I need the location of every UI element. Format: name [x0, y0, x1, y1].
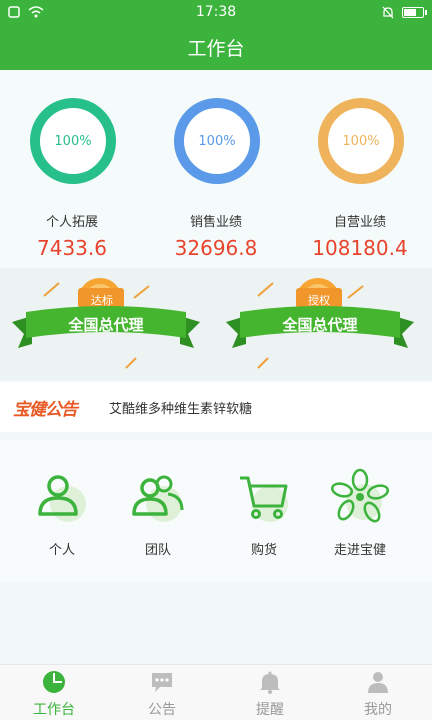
- status-right: [334, 6, 427, 19]
- stat-label: 个人拓展: [45, 215, 98, 230]
- ribbon-badge-icon: 授权 全国总代理: [226, 278, 414, 369]
- shopping-cart-icon: [240, 476, 288, 522]
- tab-label: 公告: [148, 702, 176, 718]
- tab-workbench[interactable]: 工作台: [0, 665, 108, 720]
- menu-item-team[interactable]: 团队: [104, 440, 212, 582]
- menu-label: 走进宝健: [333, 543, 386, 558]
- stat-sales-performance[interactable]: 100% 销售业绩 32696.8: [144, 70, 288, 268]
- menu-label: 团队: [144, 543, 171, 558]
- battery-icon: [401, 6, 427, 18]
- page-title: 工作台: [187, 37, 245, 60]
- menu-label: 购货: [250, 543, 277, 558]
- tab-reminder[interactable]: 提醒: [216, 665, 324, 720]
- badge-tag: 授权: [308, 293, 330, 307]
- announcement-text[interactable]: 艾酷维多种维生素锌软糖: [109, 398, 252, 417]
- flower-icon: [330, 468, 390, 523]
- mute-bell-icon: [382, 6, 394, 18]
- team-icon: [132, 475, 184, 522]
- badges-section: 达标 全国总代理 授权 全国总代理: [0, 268, 432, 380]
- progress-ring: 100%: [174, 98, 260, 184]
- tab-label: 我的: [364, 702, 392, 718]
- stat-personal-expansion[interactable]: 100% 个人拓展 7433.6: [0, 70, 144, 268]
- badge-tag: 达标: [91, 293, 113, 307]
- progress-ring: 100%: [318, 98, 404, 184]
- stat-label: 自营业绩: [333, 215, 386, 230]
- menu-item-purchase[interactable]: 购货: [210, 440, 318, 582]
- wifi-icon: [28, 6, 44, 18]
- stat-value: 7433.6: [37, 236, 107, 260]
- tab-announcement[interactable]: 公告: [108, 665, 216, 720]
- ring-percent: 100%: [342, 133, 380, 149]
- user-icon: [368, 672, 388, 693]
- pie-chart-icon: [43, 671, 65, 693]
- ribbon-badge-icon: 达标 全国总代理: [12, 278, 200, 369]
- badge-text: 全国总代理: [281, 316, 357, 334]
- notification-icon: [8, 6, 20, 18]
- progress-ring: 100%: [30, 98, 116, 184]
- badge-authorized-agent: 授权 全国总代理: [218, 268, 432, 380]
- status-bar: 17:38: [0, 0, 432, 24]
- menu-item-about-baojian[interactable]: 走进宝健: [306, 440, 414, 582]
- nav-bar: 工作台: [0, 24, 432, 70]
- menu-grid: 个人 团队 购货 走进宝健: [0, 440, 432, 582]
- bottom-tab-bar: 工作台 公告 提醒 我的: [0, 664, 432, 720]
- announcement-bar[interactable]: 宝健公告 艾酷维多种维生素锌软糖: [0, 382, 432, 432]
- person-icon: [38, 475, 86, 522]
- tab-label: 提醒: [256, 702, 284, 718]
- status-time: 17:38: [195, 4, 237, 20]
- ring-percent: 100%: [54, 133, 92, 149]
- stat-value: 108180.4: [312, 236, 408, 260]
- menu-label: 个人: [48, 543, 75, 558]
- badge-qualified-agent: 达标 全国总代理: [4, 268, 220, 380]
- stat-self-operated-performance[interactable]: 100% 自营业绩 108180.4: [288, 70, 432, 268]
- ring-percent: 100%: [198, 133, 236, 149]
- status-left: [8, 6, 98, 18]
- announcement-logo: 宝健公告: [13, 399, 78, 420]
- stat-value: 32696.8: [174, 236, 258, 260]
- tab-mine[interactable]: 我的: [324, 665, 432, 720]
- stats-section: 100% 个人拓展 7433.6 100% 销售业绩 32696.8 100% …: [0, 70, 432, 268]
- tab-label: 工作台: [33, 702, 75, 718]
- bell-icon: [260, 671, 280, 694]
- menu-item-personal[interactable]: 个人: [8, 440, 116, 582]
- stat-label: 销售业绩: [189, 215, 242, 230]
- badge-text: 全国总代理: [67, 316, 143, 334]
- chat-icon: [152, 673, 172, 692]
